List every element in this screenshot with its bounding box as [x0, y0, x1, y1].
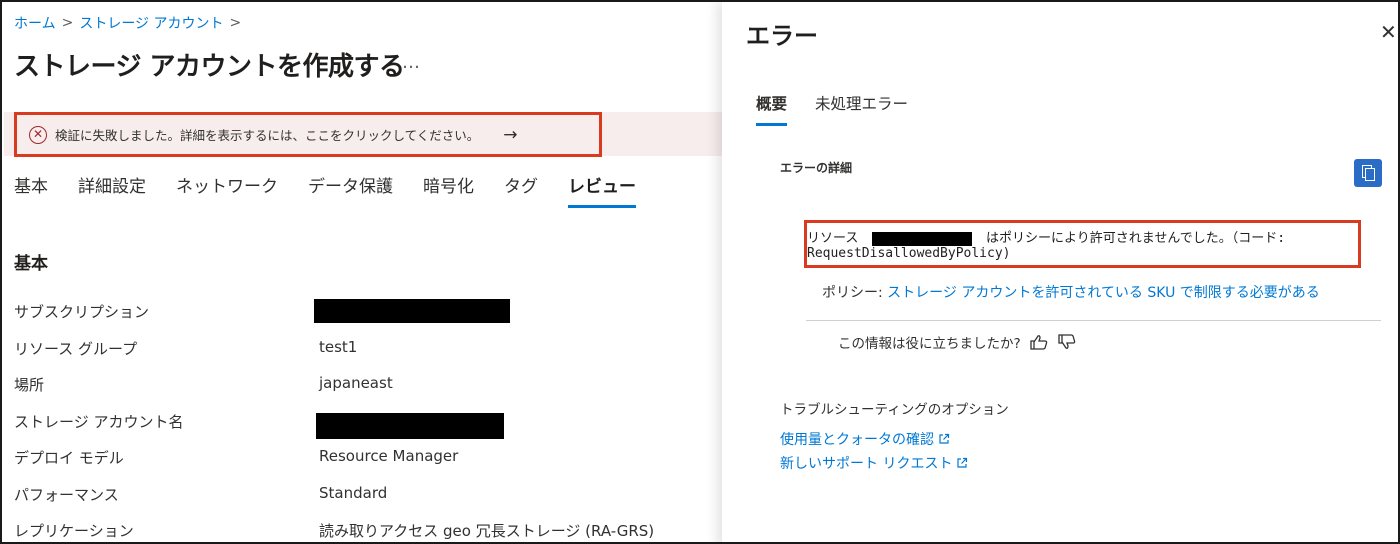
row-value: Resource Manager: [319, 447, 459, 465]
tab-overview[interactable]: 概要: [756, 92, 788, 126]
redacted-value: [314, 299, 510, 323]
error-details-heading: エラーの詳細: [780, 161, 853, 175]
breadcrumb-separator: >: [229, 15, 242, 31]
row-label: 場所: [14, 376, 45, 394]
redacted-value: [316, 412, 504, 439]
tab-tags[interactable]: タグ: [504, 170, 538, 208]
breadcrumb: ホーム > ストレージ アカウント >: [14, 13, 241, 33]
policy-line: ポリシー: ストレージ アカウントを許可されている SKU で制限する必要がある: [822, 282, 1320, 302]
row-label: サブスクリプション: [14, 303, 150, 321]
link-label: 新しいサポート リクエスト: [780, 456, 953, 472]
policy-label: ポリシー:: [822, 285, 883, 301]
summary-row-performance: パフォーマンス Standard: [14, 474, 714, 511]
summary-row-resource-group: リソース グループ test1: [14, 328, 714, 365]
feedback-row: この情報は役に立ちましたか?: [838, 332, 1077, 352]
create-storage-account-page: ホーム > ストレージ アカウント > ストレージ アカウントを作成する … ✕…: [2, 2, 722, 542]
row-value: 読み取りアクセス geo 冗長ストレージ (RA-GRS): [319, 522, 655, 540]
tab-networking[interactable]: ネットワーク: [176, 170, 278, 208]
thumbs-up-icon[interactable]: [1029, 334, 1049, 350]
breadcrumb-separator: >: [61, 15, 74, 31]
create-tabs: 基本 詳細設定 ネットワーク データ保護 暗号化 タグ レビュー: [14, 170, 666, 208]
divider: [806, 320, 1381, 321]
x-circle-icon: ✕: [29, 125, 47, 144]
tab-encryption[interactable]: 暗号化: [423, 170, 474, 208]
review-summary: サブスクリプション リソース グループ test1 場所 japaneast ス…: [14, 291, 714, 542]
thumbs-down-icon[interactable]: [1057, 334, 1077, 350]
row-label: デプロイ モデル: [14, 449, 124, 467]
row-label: レプリケーション: [14, 522, 134, 540]
error-panel-title: エラー: [746, 22, 818, 50]
new-support-request-link[interactable]: 新しいサポート リクエスト: [780, 453, 968, 473]
row-value: japaneast: [319, 374, 393, 392]
tab-basics[interactable]: 基本: [14, 170, 48, 208]
external-link-icon: [939, 433, 950, 444]
error-code: RequestDisallowedByPolicy): [807, 246, 1011, 261]
section-heading-basics: 基本: [14, 254, 48, 274]
row-label: パフォーマンス: [14, 485, 119, 504]
link-label: 使用量とクォータの確認: [780, 432, 934, 448]
policy-link[interactable]: ストレージ アカウントを許可されている SKU で制限する必要がある: [887, 285, 1320, 301]
tab-raw-error[interactable]: 未処理エラー: [815, 92, 908, 126]
summary-row-location: 場所 japaneast: [14, 364, 714, 401]
external-link-icon: [957, 457, 968, 468]
copy-icon-front-page: [1365, 168, 1375, 181]
row-value: Standard: [319, 483, 388, 502]
copy-icon[interactable]: [1354, 159, 1382, 187]
error-message-line-1: リソース はポリシーにより許可されませんでした。（コード:: [807, 227, 1285, 246]
redacted-resource-name: [872, 231, 973, 246]
feedback-question: この情報は役に立ちましたか?: [838, 336, 1021, 352]
summary-row-replication: レプリケーション 読み取りアクセス geo 冗長ストレージ (RA-GRS): [14, 510, 714, 542]
tab-review[interactable]: レビュー: [568, 170, 636, 208]
page-title: ストレージ アカウントを作成する: [14, 52, 405, 82]
more-options-button[interactable]: …: [402, 52, 421, 73]
tab-advanced[interactable]: 詳細設定: [78, 170, 146, 208]
arrow-right-icon: →: [503, 124, 518, 145]
error-prefix: リソース: [807, 231, 859, 246]
check-usage-quota-link[interactable]: 使用量とクォータの確認: [780, 429, 950, 449]
error-panel-tabs: 概要 未処理エラー: [756, 92, 936, 126]
error-suffix: はポリシーにより許可されませんでした。（コード:: [986, 231, 1286, 246]
troubleshooting-heading: トラブルシューティングのオプション: [780, 402, 1009, 418]
summary-row-subscription: サブスクリプション: [14, 291, 714, 328]
error-panel: エラー ✕ 概要 未処理エラー エラーの詳細 リソース はポリシーにより許可され…: [722, 2, 1398, 542]
validation-error-message: 検証に失敗しました。詳細を表示するには、ここをクリックしてください。: [55, 128, 480, 143]
summary-row-storage-account-name: ストレージ アカウント名: [14, 401, 714, 439]
tab-data-protection[interactable]: データ保護: [308, 170, 393, 208]
breadcrumb-home-link[interactable]: ホーム: [14, 13, 56, 33]
summary-row-deployment-model: デプロイ モデル Resource Manager: [14, 437, 714, 474]
window-frame: ホーム > ストレージ アカウント > ストレージ アカウントを作成する … ✕…: [0, 0, 1400, 544]
validation-error-banner[interactable]: ✕ 検証に失敗しました。詳細を表示するには、ここをクリックしてください。 →: [14, 112, 602, 157]
row-value: test1: [319, 337, 358, 356]
close-icon[interactable]: ✕: [1380, 20, 1397, 44]
row-label: リソース グループ: [14, 339, 138, 358]
breadcrumb-storage-link[interactable]: ストレージ アカウント: [79, 13, 223, 33]
row-label: ストレージ アカウント名: [14, 412, 184, 431]
